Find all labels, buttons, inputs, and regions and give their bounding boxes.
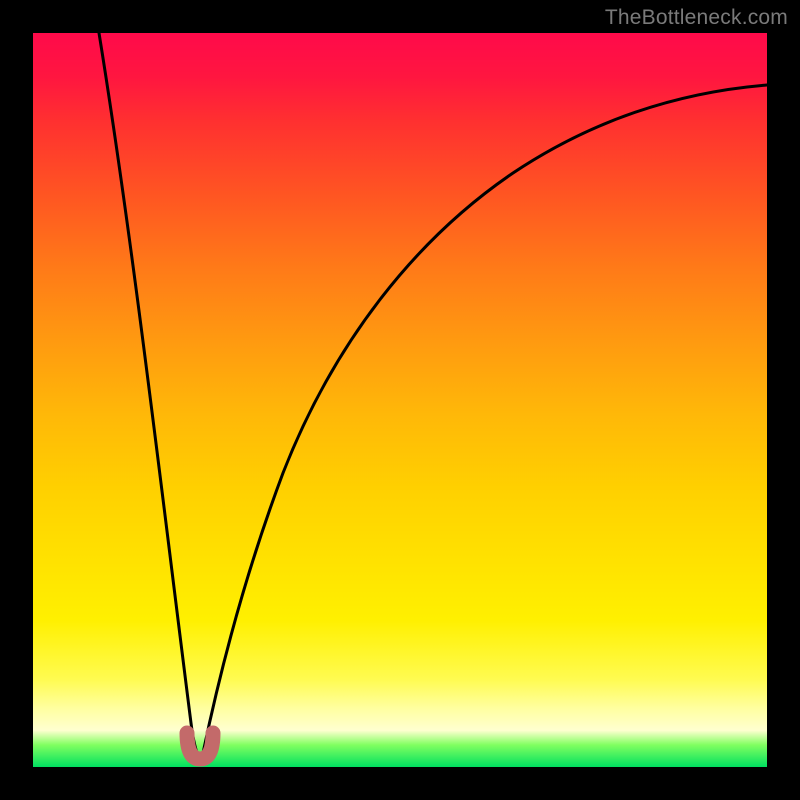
bottleneck-curve — [33, 33, 767, 767]
curve-left-branch — [99, 33, 197, 753]
curve-right-branch — [203, 85, 767, 753]
chart-frame: TheBottleneck.com — [0, 0, 800, 800]
watermark-text: TheBottleneck.com — [605, 6, 788, 30]
minimum-marker — [187, 733, 213, 759]
plot-area — [33, 33, 767, 767]
